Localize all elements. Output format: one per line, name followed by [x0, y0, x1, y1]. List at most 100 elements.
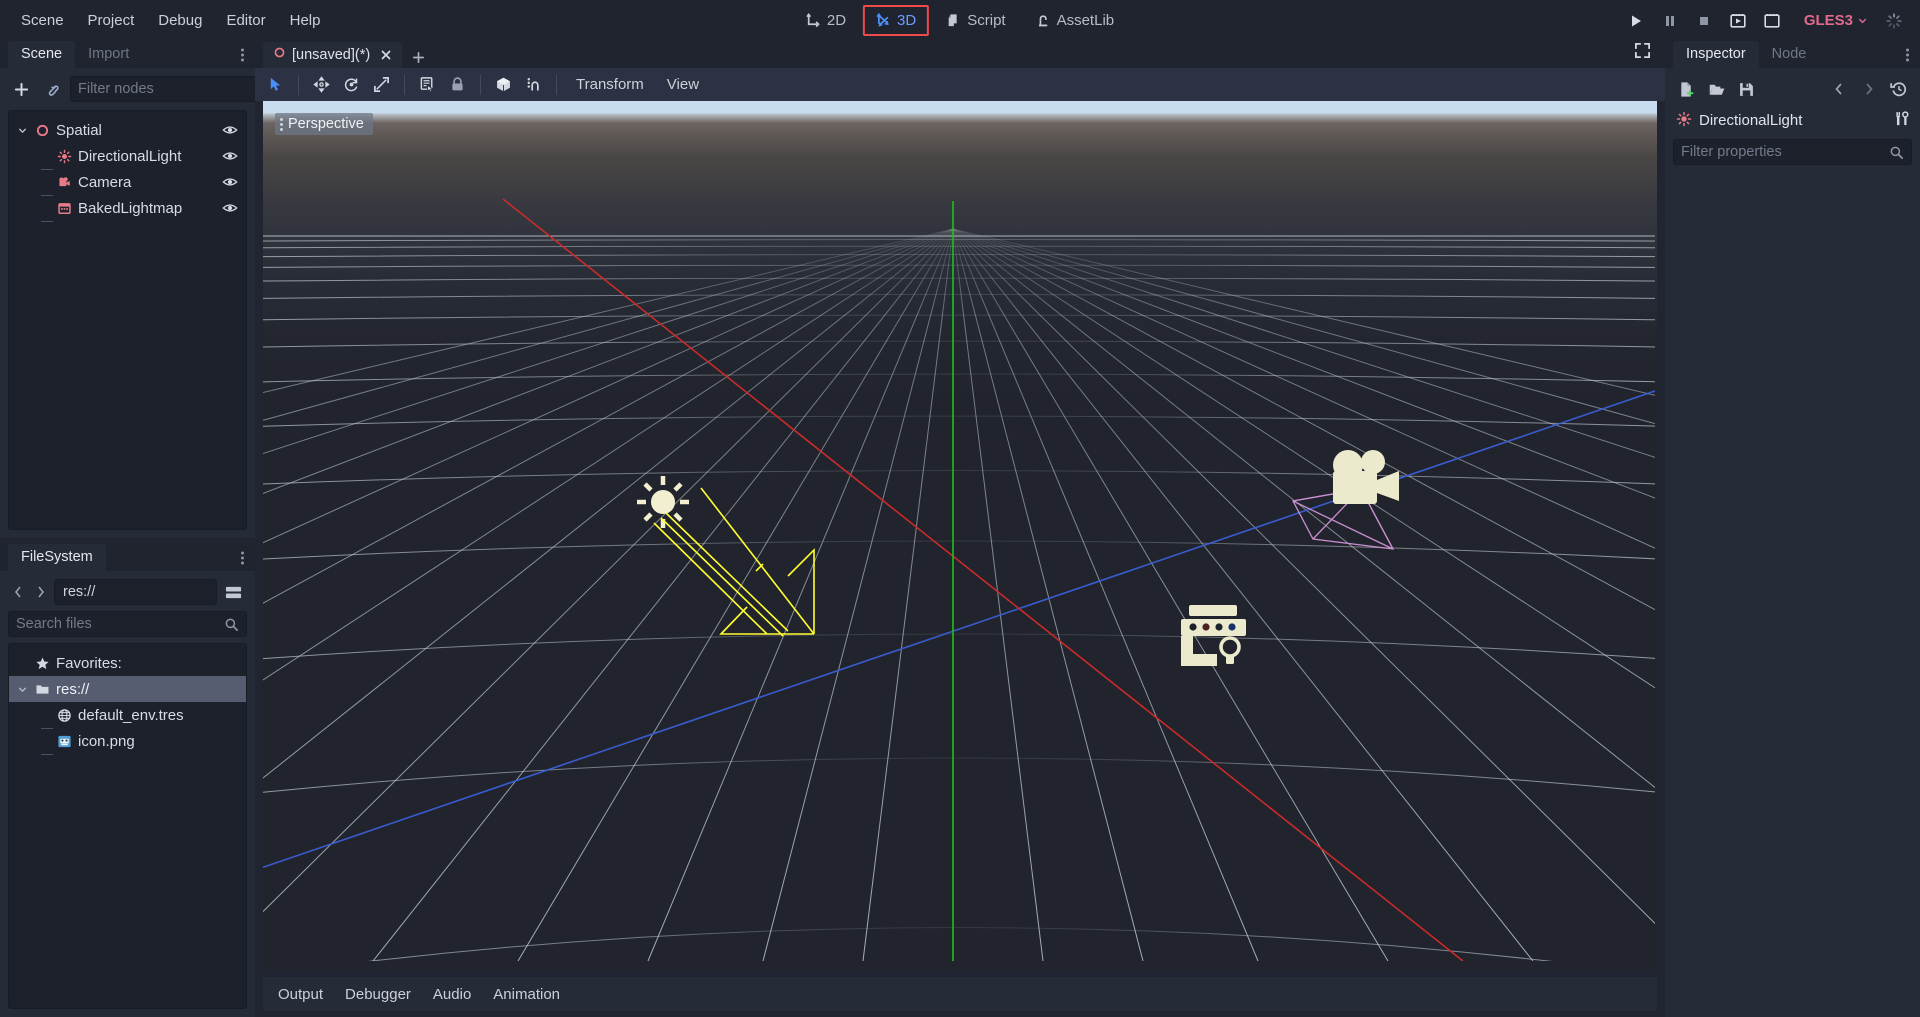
eye-icon — [222, 122, 238, 138]
mode-label-2d: 2D — [827, 12, 846, 29]
scene-tab-label: [unsaved](*) — [292, 47, 370, 64]
editor-main-area: Scene Import — [0, 41, 1920, 1017]
filesystem-item-icon-png[interactable]: icon.png — [9, 728, 246, 754]
filesystem-item-favorites[interactable]: Favorites: — [9, 650, 246, 676]
spatial-icon — [31, 123, 53, 138]
inspector-history-button[interactable] — [1885, 76, 1912, 102]
view-menu-button[interactable]: View — [656, 71, 710, 98]
mode-button-script[interactable]: Script — [933, 5, 1018, 36]
select-mode-button[interactable] — [261, 71, 290, 98]
add-node-button[interactable] — [8, 76, 35, 102]
tab-node[interactable]: Node — [1759, 41, 1820, 68]
mode-button-assetlib[interactable]: AssetLib — [1023, 5, 1128, 36]
object-menu-button[interactable] — [1893, 110, 1910, 131]
renderer-selector[interactable]: GLES3 — [1796, 8, 1876, 33]
instance-scene-button[interactable] — [39, 76, 66, 102]
play-scene-button[interactable] — [1722, 6, 1754, 36]
pause-button[interactable] — [1654, 6, 1686, 36]
scene-tab-unsaved[interactable]: [unsaved](*) — [263, 42, 402, 68]
scene-dock-menu-button[interactable] — [238, 45, 247, 64]
tab-inspector[interactable]: Inspector — [1673, 41, 1759, 68]
tab-filesystem[interactable]: FileSystem — [8, 544, 106, 571]
filter-nodes-input[interactable] — [78, 81, 265, 97]
load-resource-button[interactable] — [1703, 76, 1730, 102]
dot — [280, 118, 283, 121]
tab-scene[interactable]: Scene — [8, 41, 75, 68]
inspector-dock-menu-button[interactable] — [1903, 45, 1912, 64]
viewport-view-menu[interactable]: Perspective — [275, 113, 373, 135]
mode-button-2d[interactable]: 2D — [793, 5, 859, 36]
tree-item-label: Spatial — [56, 122, 102, 139]
expand-arrow-icon[interactable] — [13, 684, 31, 695]
bottom-tab-output[interactable]: Output — [267, 981, 334, 1008]
local-space-button[interactable] — [489, 71, 518, 98]
rotate-mode-button[interactable] — [337, 71, 366, 98]
playback-toolbar: GLES3 — [1620, 6, 1910, 36]
play-custom-scene-button[interactable] — [1756, 6, 1788, 36]
bottom-tab-debugger[interactable]: Debugger — [334, 981, 422, 1008]
search-files-input[interactable] — [16, 616, 224, 632]
move-mode-button[interactable] — [307, 71, 336, 98]
3d-icon — [876, 13, 891, 28]
scale-mode-button[interactable] — [367, 71, 396, 98]
filesystem-item-default-env[interactable]: default_env.tres — [9, 702, 246, 728]
eye-icon — [222, 148, 238, 164]
filesystem-dock-menu-button[interactable] — [238, 548, 247, 567]
drag-handle-icon[interactable] — [280, 118, 283, 131]
viewport-label: Perspective — [288, 116, 364, 132]
right-dock: Inspector Node — [1665, 41, 1920, 1017]
baked-lightmap-icon — [53, 201, 75, 216]
menu-help[interactable]: Help — [279, 7, 332, 34]
dot — [280, 123, 283, 126]
distraction-free-mode-button[interactable] — [1632, 40, 1653, 65]
dot — [241, 58, 244, 61]
visibility-toggle-directionallight[interactable] — [220, 148, 240, 164]
filesystem-search-row — [0, 609, 255, 641]
link-icon — [44, 81, 61, 98]
new-resource-button[interactable] — [1673, 76, 1700, 102]
menu-project[interactable]: Project — [77, 7, 146, 34]
search-files-field[interactable] — [8, 611, 247, 637]
tree-item-camera[interactable]: Camera — [9, 169, 246, 195]
menu-editor[interactable]: Editor — [215, 7, 276, 34]
tree-item-bakedlightmap[interactable]: BakedLightmap — [9, 195, 246, 221]
visibility-toggle-spatial[interactable] — [220, 122, 240, 138]
filesystem-item-res-root[interactable]: res:// — [9, 676, 246, 702]
close-icon[interactable] — [378, 47, 394, 63]
camera-icon — [53, 175, 75, 190]
expand-arrow-icon[interactable] — [13, 125, 31, 136]
mode-button-3d[interactable]: 3D — [863, 5, 929, 36]
inspector-forward-button[interactable] — [1855, 76, 1882, 102]
filesystem-back-button[interactable] — [8, 580, 28, 604]
tree-item-spatial[interactable]: Spatial — [9, 117, 246, 143]
transform-menu-button[interactable]: Transform — [565, 71, 655, 98]
play-icon — [1628, 13, 1644, 29]
3d-viewport-container[interactable]: Perspective — [263, 101, 1657, 971]
visibility-toggle-bakedlightmap[interactable] — [220, 200, 240, 216]
menu-debug[interactable]: Debug — [147, 7, 213, 34]
tab-import[interactable]: Import — [75, 41, 142, 68]
3d-viewport[interactable]: Perspective — [263, 101, 1657, 971]
bottom-tab-audio[interactable]: Audio — [422, 981, 482, 1008]
add-scene-tab-button[interactable] — [406, 46, 430, 68]
snap-button[interactable] — [519, 71, 548, 98]
filter-properties-input[interactable] — [1681, 144, 1889, 160]
list-select-button[interactable] — [413, 71, 442, 98]
play-button[interactable] — [1620, 6, 1652, 36]
filesystem-path-field[interactable]: res:// — [54, 579, 217, 605]
inspector-back-button[interactable] — [1825, 76, 1852, 102]
save-resource-button[interactable] — [1733, 76, 1760, 102]
toggle-split-mode-button[interactable] — [220, 579, 247, 605]
stop-button[interactable] — [1688, 6, 1720, 36]
filter-properties-field[interactable] — [1673, 139, 1912, 165]
tree-item-directionallight[interactable]: DirectionalLight — [9, 143, 246, 169]
bottom-tab-animation[interactable]: Animation — [482, 981, 571, 1008]
viewport-grid — [263, 101, 1655, 961]
progress-spinner — [1878, 6, 1910, 36]
inspector-properties-list[interactable] — [1665, 171, 1920, 1017]
menu-scene[interactable]: Scene — [10, 7, 75, 34]
add-icon — [13, 81, 30, 98]
visibility-toggle-camera[interactable] — [220, 174, 240, 190]
filesystem-forward-button[interactable] — [31, 580, 51, 604]
lock-button[interactable] — [443, 71, 472, 98]
